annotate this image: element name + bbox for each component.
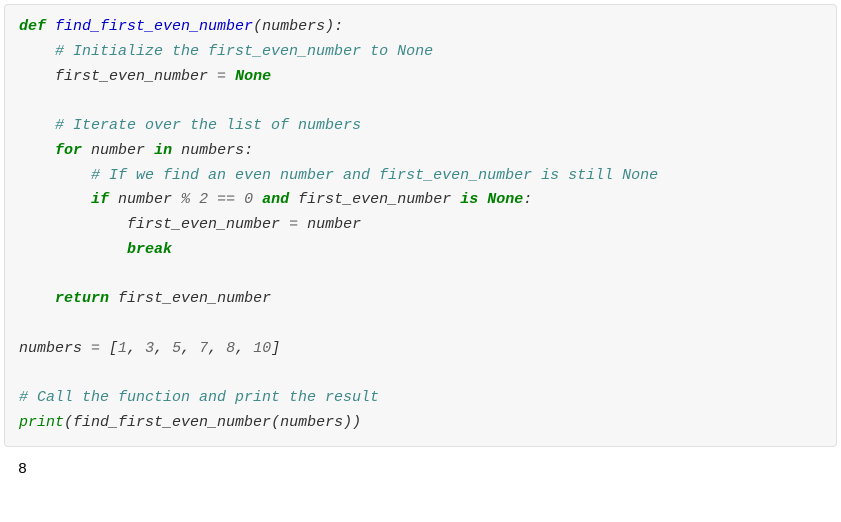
number: 2 [199, 191, 208, 208]
paren-open: ( [64, 414, 73, 431]
comma: , [181, 340, 199, 357]
keyword-break: break [127, 241, 172, 258]
param: numbers [262, 18, 325, 35]
paren-open: ( [271, 414, 280, 431]
number: 3 [145, 340, 154, 357]
output-block: 8 [4, 451, 837, 488]
number: 0 [244, 191, 253, 208]
keyword-if: if [91, 191, 109, 208]
builtin-none: None [487, 191, 523, 208]
comment: # Initialize the first_even_number to No… [55, 43, 433, 60]
operator-assign: = [82, 340, 109, 357]
bracket-open: [ [109, 340, 118, 357]
number: 7 [199, 340, 208, 357]
paren-close-colon: ): [325, 18, 343, 35]
variable: numbers [181, 142, 244, 159]
builtin-none: None [235, 68, 271, 85]
comma: , [208, 340, 226, 357]
variable: first_even_number [127, 216, 280, 233]
variable: number [118, 191, 172, 208]
comment: # Iterate over the list of numbers [55, 117, 361, 134]
number: 5 [172, 340, 181, 357]
builtin-print: print [19, 414, 64, 431]
variable: number [307, 216, 361, 233]
paren-open: ( [253, 18, 262, 35]
function-name: find_first_even_number [55, 18, 253, 35]
variable: first_even_number [55, 68, 208, 85]
comma: , [235, 340, 253, 357]
variable: first_even_number [118, 290, 271, 307]
operator-mod: % [172, 191, 199, 208]
number: 1 [118, 340, 127, 357]
colon: : [244, 142, 253, 159]
comma: , [154, 340, 172, 357]
colon: : [523, 191, 532, 208]
paren-close: )) [343, 414, 361, 431]
keyword-return: return [55, 290, 109, 307]
keyword-in: in [154, 142, 172, 159]
function-call: find_first_even_number [73, 414, 271, 431]
output-text: 8 [18, 461, 27, 478]
keyword-def: def [19, 18, 46, 35]
number: 10 [253, 340, 271, 357]
variable: number [91, 142, 145, 159]
comment: # Call the function and print the result [19, 389, 379, 406]
variable: numbers [19, 340, 82, 357]
operator-assign: = [280, 216, 307, 233]
argument: numbers [280, 414, 343, 431]
operator-assign: = [208, 68, 235, 85]
comma: , [127, 340, 145, 357]
bracket-close: ] [271, 340, 280, 357]
comment: # If we find an even number and first_ev… [91, 167, 658, 184]
keyword-and: and [262, 191, 289, 208]
keyword-is: is [460, 191, 478, 208]
keyword-for: for [55, 142, 82, 159]
number: 8 [226, 340, 235, 357]
variable: first_even_number [298, 191, 451, 208]
code-block: def find_first_even_number(numbers): # I… [4, 4, 837, 447]
operator-eq: == [208, 191, 244, 208]
